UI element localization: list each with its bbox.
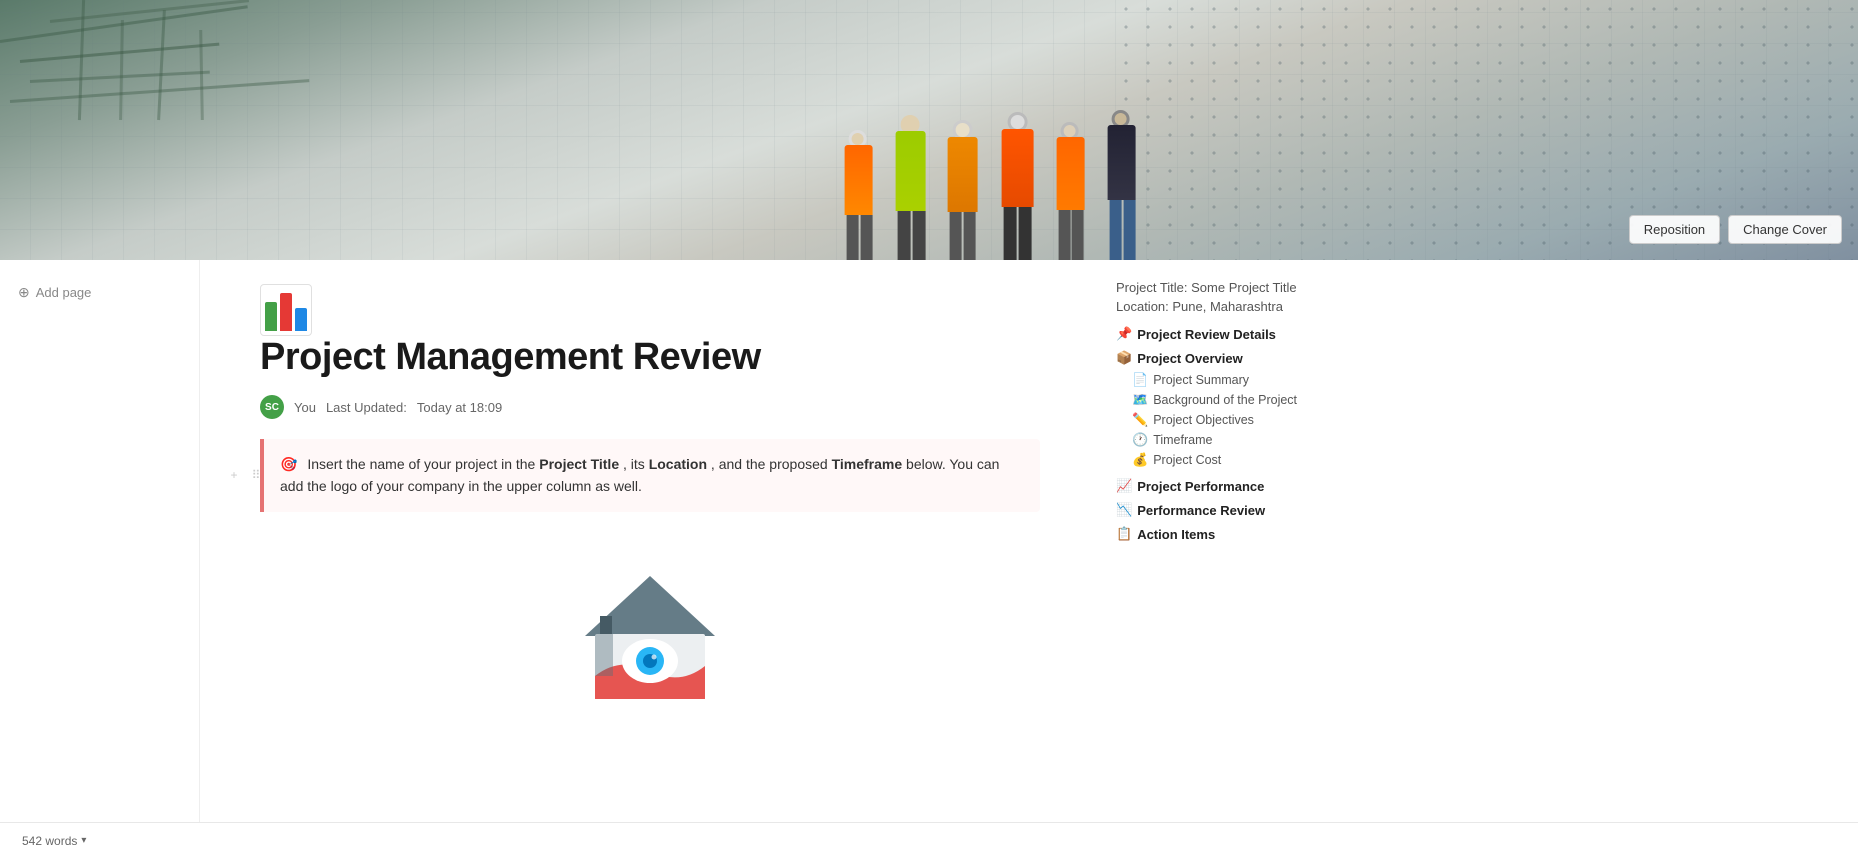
page-title[interactable]: Project Management Review (260, 336, 1040, 379)
change-cover-button[interactable]: Change Cover (1728, 215, 1842, 244)
callout-text-before-bold1: Insert the name of your project in the (307, 456, 539, 472)
toc-item-icon-timeframe: 🕐 (1132, 432, 1148, 448)
toc-item-icon-background: 🗺️ (1132, 392, 1148, 408)
page-icon[interactable] (260, 284, 312, 336)
callout-bold-location: Location (649, 456, 707, 472)
toc-section-review-details[interactable]: 📌 Project Review Details (1116, 326, 1324, 342)
callout-box: + ⠿ 🎯 Insert the name of your project in… (260, 439, 1040, 512)
last-updated-label: Last Updated: (326, 400, 407, 415)
toc-section-icon-performance-review: 📉 (1116, 502, 1132, 518)
chart-bar-green (265, 302, 277, 331)
toc-item-objectives[interactable]: ✏️ Project Objectives (1116, 410, 1324, 430)
chart-bar-blue (295, 308, 307, 331)
callout-text-between: , its (623, 456, 649, 472)
content-area: Project Management Review SC You Last Up… (200, 260, 1100, 858)
chevron-down-icon: ▾ (81, 835, 86, 846)
drag-handle[interactable]: ⠿ (246, 465, 266, 485)
toc-sections: 📌 Project Review Details 📦 Project Overv… (1116, 326, 1324, 542)
reposition-button[interactable]: Reposition (1629, 215, 1720, 244)
add-page-button[interactable]: ⊕ Add page (12, 280, 187, 305)
meta-row: SC You Last Updated: Today at 18:09 (260, 395, 1040, 419)
toc-section-performance[interactable]: 📈 Project Performance (1116, 478, 1324, 494)
toc-location: Location: Pune, Maharashtra (1116, 299, 1324, 314)
cover-action-buttons: Reposition Change Cover (1629, 215, 1842, 244)
toc-item-project-cost[interactable]: 💰 Project Cost (1116, 450, 1324, 470)
toc-section-icon-overview: 📦 (1116, 350, 1132, 366)
toc-item-icon-objectives: ✏️ (1132, 412, 1148, 428)
word-count-button[interactable]: 542 words ▾ (16, 832, 92, 850)
toc-item-icon-cost: 💰 (1132, 452, 1148, 468)
callout-text-after: , and the proposed (711, 456, 832, 472)
toc-section-icon-review-details: 📌 (1116, 326, 1132, 342)
toc-item-icon-summary: 📄 (1132, 372, 1148, 388)
toc-section-icon-performance: 📈 (1116, 478, 1132, 494)
add-row-button[interactable]: + (224, 465, 244, 485)
cover-image: Reposition Change Cover (0, 0, 1858, 260)
toc-section-performance-review[interactable]: 📉 Performance Review (1116, 502, 1324, 518)
avatar: SC (260, 395, 284, 419)
toc-section-action-items[interactable]: 📋 Action Items (1116, 526, 1324, 542)
add-page-icon: ⊕ (18, 284, 30, 301)
author-label: You (294, 400, 316, 415)
toc-item-timeframe[interactable]: 🕐 Timeframe (1116, 430, 1324, 450)
toc-section-icon-action-items: 📋 (1116, 526, 1132, 542)
add-page-label: Add page (36, 285, 92, 300)
callout-bold-project-title: Project Title (539, 456, 619, 472)
toc-project-title: Project Title: Some Project Title (1116, 280, 1324, 295)
toc-section-overview[interactable]: 📦 Project Overview (1116, 350, 1324, 366)
left-sidebar: ⊕ Add page (0, 260, 200, 858)
illustration-area (260, 536, 1040, 716)
company-logo (570, 556, 730, 716)
last-updated-value: Today at 18:09 (417, 400, 502, 415)
footer-bar: 542 words ▾ (0, 822, 1858, 858)
chart-bar-red (280, 293, 292, 331)
row-actions: + ⠿ (224, 465, 266, 485)
toc-item-background[interactable]: 🗺️ Background of the Project (1116, 390, 1324, 410)
toc-item-project-summary[interactable]: 📄 Project Summary (1116, 370, 1324, 390)
right-sidebar: Project Title: Some Project Title Locati… (1100, 260, 1340, 858)
callout-icon: 🎯 (280, 456, 297, 472)
callout-bold-timeframe: Timeframe (832, 456, 903, 472)
word-count-label: 542 words (22, 834, 77, 848)
